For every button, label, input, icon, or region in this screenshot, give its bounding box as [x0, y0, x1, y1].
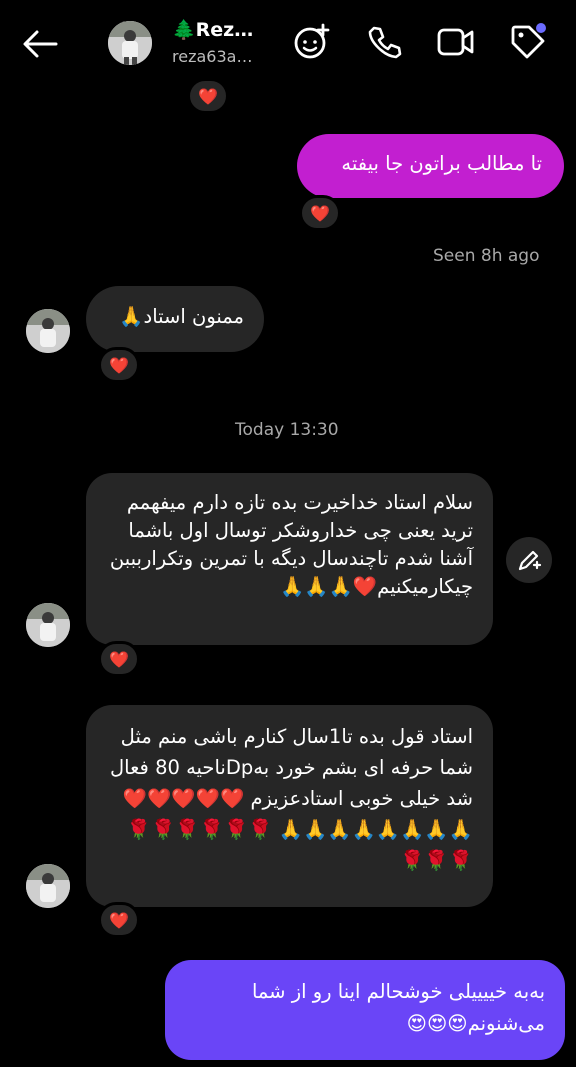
reaction-heart[interactable]: ❤️ — [98, 641, 140, 677]
message-bubble-outgoing[interactable]: تا مطالب براتون جا بیفته — [297, 134, 564, 198]
sender-avatar[interactable] — [26, 309, 70, 353]
message-text: استاد قول بده تا1سال کنارم باشی منم مثل … — [110, 725, 473, 872]
effects-button[interactable] — [292, 22, 332, 62]
contact-username[interactable]: reza63a… — [172, 47, 252, 66]
edit-sparkle-icon — [518, 550, 542, 571]
phone-icon — [368, 26, 402, 59]
message-text: به‌به خییییلی خوشحالم اینا رو از شما می‌… — [251, 980, 545, 1035]
video-call-button[interactable] — [436, 22, 476, 62]
audio-call-button[interactable] — [364, 22, 404, 62]
timestamp-divider: Today 13:30 — [235, 420, 339, 440]
header-avatar[interactable] — [108, 21, 152, 65]
edit-message-button[interactable] — [506, 537, 552, 583]
arrow-left-icon — [23, 30, 58, 58]
message-bubble-incoming[interactable]: استاد قول بده تا1سال کنارم باشی منم مثل … — [86, 705, 493, 907]
sparkle-face-icon — [294, 23, 330, 59]
reaction-heart[interactable]: ❤️ — [299, 195, 341, 231]
chat-header: 🌲Rez… reza63a… — [0, 0, 576, 86]
sender-avatar[interactable] — [26, 603, 70, 647]
message-text: سلام استاد خداخیرت بده تازه دارم میفهمم … — [109, 491, 473, 598]
notification-dot — [536, 23, 546, 33]
message-bubble-incoming[interactable]: سلام استاد خداخیرت بده تازه دارم میفهمم … — [86, 473, 493, 645]
message-bubble-incoming[interactable]: ممنون استاد🙏 — [86, 286, 264, 352]
video-camera-icon — [437, 28, 474, 56]
reaction-heart[interactable]: ❤️ — [98, 347, 140, 383]
message-text: تا مطالب براتون جا بیفته — [341, 152, 542, 175]
reaction-heart[interactable]: ❤️ — [98, 902, 140, 938]
contact-name[interactable]: 🌲Rez… — [172, 18, 253, 41]
sender-avatar[interactable] — [26, 864, 70, 908]
reaction-heart[interactable]: ❤️ — [187, 78, 229, 114]
back-button[interactable] — [18, 22, 62, 66]
seen-status: Seen 8h ago — [433, 246, 540, 266]
message-text: ممنون استاد🙏 — [119, 305, 244, 328]
message-bubble-outgoing[interactable]: به‌به خییییلی خوشحالم اینا رو از شما می‌… — [165, 960, 565, 1060]
